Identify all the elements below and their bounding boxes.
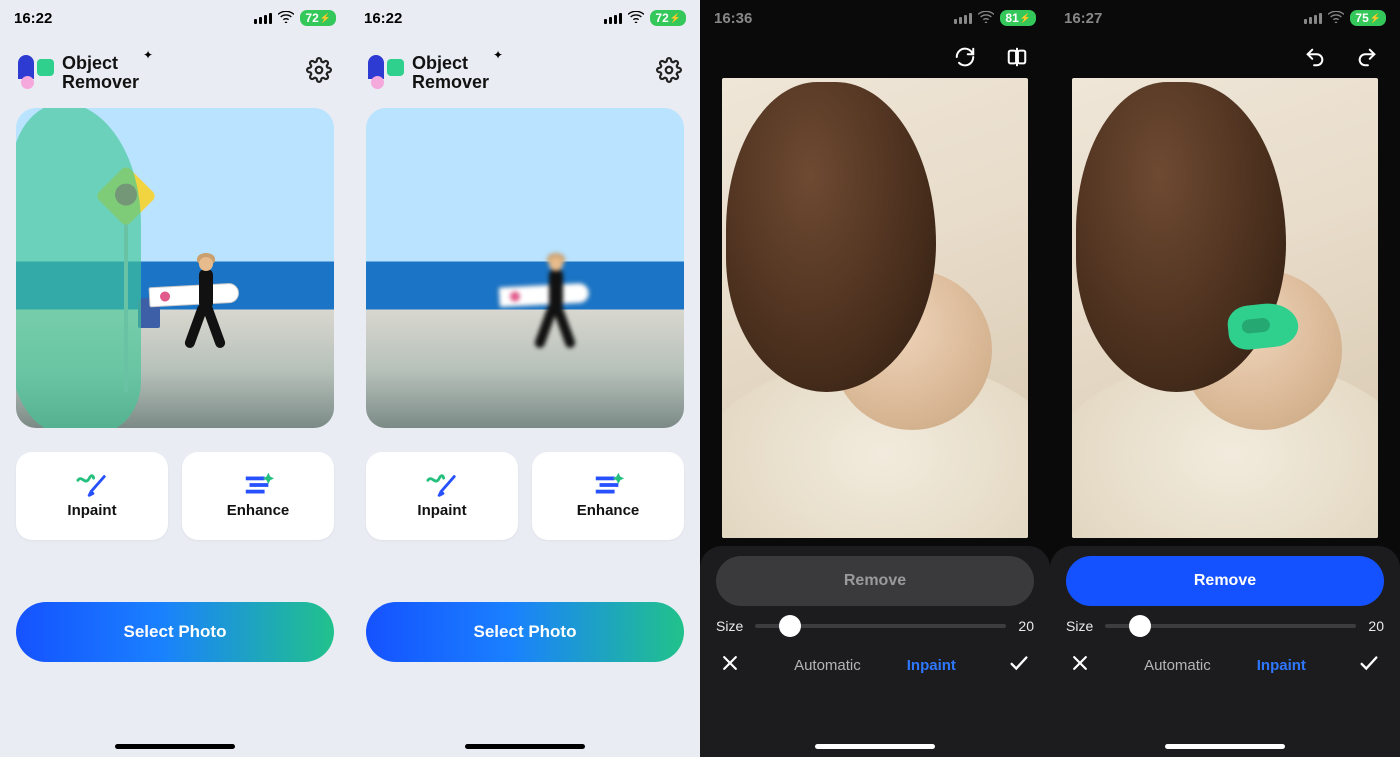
wifi-icon — [278, 10, 294, 27]
close-button[interactable] — [720, 653, 742, 678]
enhance-label: Enhance — [227, 502, 290, 519]
battery-indicator: 75 — [1350, 10, 1386, 26]
compare-button[interactable] — [1006, 46, 1028, 68]
redo-button[interactable] — [1356, 46, 1378, 68]
screen-editor-idle: 16:36 81 Remove Size 20 — [700, 0, 1050, 757]
status-time: 16:27 — [1064, 10, 1102, 27]
size-value: 20 — [1018, 618, 1034, 634]
confirm-button[interactable] — [1358, 652, 1380, 679]
status-bar: 16:22 72 — [350, 0, 700, 36]
wifi-icon — [978, 10, 994, 27]
status-bar: 16:22 72 — [0, 0, 350, 36]
signal-icon — [954, 13, 972, 24]
status-time: 16:36 — [714, 10, 752, 27]
refresh-button[interactable] — [954, 46, 976, 68]
editor-canvas[interactable] — [1072, 78, 1378, 538]
brush-size-slider[interactable] — [755, 624, 1006, 628]
screen-editor-painted: 16:27 75 Remove Size 20 — [1050, 0, 1400, 757]
remove-button[interactable]: Remove — [716, 556, 1034, 606]
select-photo-button[interactable]: Select Photo — [16, 602, 334, 662]
tab-automatic[interactable]: Automatic — [794, 657, 861, 674]
editor-controls: Remove Size 20 Automatic Inpaint — [1050, 546, 1400, 757]
preview-image[interactable] — [366, 108, 684, 428]
sparkle-icon: ✦ — [143, 48, 153, 62]
home-indicator[interactable] — [465, 744, 585, 749]
enhance-label: Enhance — [577, 502, 640, 519]
status-bar: 16:27 75 — [1050, 0, 1400, 36]
inpaint-icon — [76, 472, 108, 498]
home-indicator[interactable] — [115, 744, 235, 749]
inpaint-button[interactable]: Inpaint — [366, 452, 518, 540]
settings-button[interactable] — [306, 57, 332, 88]
tab-inpaint[interactable]: Inpaint — [907, 657, 956, 674]
inpaint-label: Inpaint — [67, 502, 116, 519]
app-title-line2: Remover — [412, 73, 489, 92]
preview-image[interactable] — [16, 108, 334, 428]
size-label: Size — [716, 618, 743, 634]
select-photo-label: Select Photo — [474, 622, 577, 642]
brush-size-slider[interactable] — [1105, 624, 1356, 628]
screen-home-masked: 16:22 72 Object Remover ✦ — [0, 0, 350, 757]
editor-controls: Remove Size 20 Automatic Inpaint — [700, 546, 1050, 757]
size-label: Size — [1066, 618, 1093, 634]
size-value: 20 — [1368, 618, 1384, 634]
wifi-icon — [1328, 10, 1344, 27]
tab-automatic[interactable]: Automatic — [1144, 657, 1211, 674]
enhance-icon — [592, 472, 624, 498]
battery-indicator: 72 — [650, 10, 686, 26]
status-time: 16:22 — [14, 10, 52, 27]
undo-button[interactable] — [1304, 46, 1326, 68]
remove-label: Remove — [1194, 572, 1256, 590]
mask-overlay — [16, 108, 141, 428]
inpaint-icon — [426, 472, 458, 498]
select-photo-label: Select Photo — [124, 622, 227, 642]
home-indicator[interactable] — [815, 744, 935, 749]
signal-icon — [604, 13, 622, 24]
editor-canvas[interactable] — [722, 78, 1028, 538]
status-bar: 16:36 81 — [700, 0, 1050, 36]
settings-button[interactable] — [656, 57, 682, 88]
signal-icon — [254, 13, 272, 24]
wifi-icon — [628, 10, 644, 27]
screen-home-clean: 16:22 72 Object Remover ✦ Inpaint — [350, 0, 700, 757]
enhance-icon — [242, 472, 274, 498]
app-title-line1: Object — [412, 54, 489, 73]
signal-icon — [1304, 13, 1322, 24]
home-indicator[interactable] — [1165, 744, 1285, 749]
app-logo: Object Remover ✦ — [18, 54, 139, 92]
battery-indicator: 81 — [1000, 10, 1036, 26]
inpaint-label: Inpaint — [417, 502, 466, 519]
app-logo: Object Remover ✦ — [368, 54, 489, 92]
app-title-line2: Remover — [62, 73, 139, 92]
inpaint-button[interactable]: Inpaint — [16, 452, 168, 540]
confirm-button[interactable] — [1008, 652, 1030, 679]
app-title-line1: Object — [62, 54, 139, 73]
close-button[interactable] — [1070, 653, 1092, 678]
status-time: 16:22 — [364, 10, 402, 27]
enhance-button[interactable]: Enhance — [182, 452, 334, 540]
tab-inpaint[interactable]: Inpaint — [1257, 657, 1306, 674]
select-photo-button[interactable]: Select Photo — [366, 602, 684, 662]
remove-button[interactable]: Remove — [1066, 556, 1384, 606]
sparkle-icon: ✦ — [493, 48, 503, 62]
enhance-button[interactable]: Enhance — [532, 452, 684, 540]
remove-label: Remove — [844, 572, 906, 590]
battery-indicator: 72 — [300, 10, 336, 26]
